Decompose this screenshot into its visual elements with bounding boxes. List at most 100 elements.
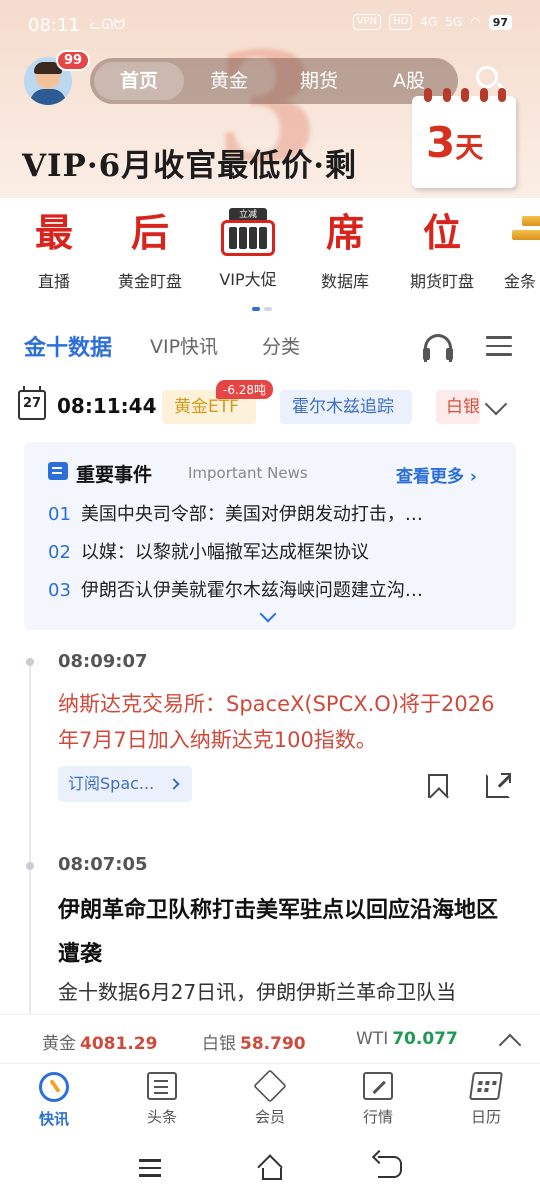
news-item-text: 美国中央司令部：美国对伊朗发动打击，… [80,504,423,525]
current-time: 08:11:44 [57,394,157,418]
header-banner[interactable]: 3 08:11 ᓚᘏᗢ VPN HD 4G 5G ◠ 97 99 首页 黄金 期… [0,0,540,198]
shortcut-glyph: 席 [325,210,364,255]
diamond-icon [253,1069,287,1103]
back-icon[interactable] [378,1156,402,1178]
ticker-name: 黄金 [42,1034,76,1054]
shortcut-row: 最 直播 后 黄金盯盘 立减 VIP大促 席 数据库 位 期货盯盘 金条 [0,206,540,296]
shortcut-label: 金条 [504,272,537,291]
system-nav-bar [0,1138,540,1199]
flash-time: 08:09:07 [58,651,148,672]
signal-5g-icon: 5G [445,15,463,29]
ticker-value: 58.790 [240,1034,306,1054]
shortcut-gold-bar[interactable]: 金条 [498,206,540,292]
gold-etf-change-badge: -6.28吨 [216,380,274,399]
cat-icon: ᓚᘏᗢ [89,17,126,33]
tab-futures[interactable]: 期货 [274,62,364,100]
ticker-name: 白银 [202,1034,236,1054]
tab-category[interactable]: 分类 [262,332,300,359]
tab-vip-flash[interactable]: VIP快讯 [150,332,218,359]
vpn-icon: VPN [352,14,382,30]
chevron-right-icon [168,778,180,790]
tab-home[interactable]: 首页 [94,62,184,100]
wifi-icon: ◠ [470,15,481,29]
search-icon-ring [476,66,498,88]
days-left-value: 3 [426,118,456,167]
ticker-wti: WTI 70.077 [356,1029,458,1049]
calendar-icon [469,1072,503,1100]
news-item[interactable]: 03 伊朗否认伊美就霍尔木兹海峡问题建立沟… [48,576,488,602]
flash-icon [39,1072,69,1102]
hd-icon: HD [389,14,413,30]
chevron-down-icon[interactable] [484,392,508,416]
headset-icon[interactable] [422,332,454,362]
important-news-title: 重要事件 [76,464,153,486]
carousel-indicator [252,307,272,311]
view-more-label: 查看更多 [396,467,464,487]
feed-tab-bar: 金十数据 VIP快讯 分类 [0,326,540,368]
headset-ear-left [423,348,430,360]
nav-label: 头条 [146,1108,177,1126]
status-time: 08:11 [28,14,80,36]
shortcut-live[interactable]: 最 直播 [14,206,94,292]
news-item[interactable]: 02 以媒：以黎就小幅撤军达成框架协议 [48,538,488,564]
shortcut-database[interactable]: 席 数据库 [305,206,385,292]
shortcut-gold-watch[interactable]: 后 黄金盯盘 [110,206,190,292]
ticker-silver: 白银 58.790 [202,1029,306,1054]
days-left-calendar: 3天 [412,88,516,188]
news-list-icon [48,462,68,480]
signal-4g-icon: 4G [420,15,438,29]
headset-ear-right [446,348,453,360]
top-tab-bar: 首页 黄金 期货 A股 [90,58,458,104]
recents-icon[interactable] [139,1159,161,1182]
nav-label: 快讯 [38,1110,69,1128]
vip-sale-box [221,220,275,256]
flash-headline[interactable]: 伊朗革命卫队称打击美军驻点以回应沿海地区遭袭 [58,888,518,976]
chevron-up-icon[interactable] [498,1033,522,1057]
nav-membership[interactable]: 会员 [230,1069,310,1127]
topic-silver[interactable]: 白银 [436,390,480,424]
nav-headlines[interactable]: 头条 [122,1072,202,1127]
subscribe-label: 订阅Spac... [68,774,155,793]
news-item-number: 01 [48,504,71,525]
flash-text[interactable]: 纳斯达克交易所：SpaceX(SPCX.O)将于2026年7月7日加入纳斯达克1… [58,686,508,758]
nav-label: 日历 [470,1108,501,1126]
ticker-gold: 黄金 4081.29 [42,1029,157,1054]
nav-flash[interactable]: 快讯 [14,1072,94,1129]
avatar-body [30,89,66,105]
shortcut-label: 黄金盯盘 [117,272,182,291]
nav-calendar[interactable]: 日历 [446,1072,526,1127]
timeline-dot [26,658,34,666]
notification-badge: 99 [56,50,91,71]
news-item-text: 以媒：以黎就小幅撤军达成框架协议 [80,542,369,563]
flash-body[interactable]: 金十数据6月27日讯，伊朗伊斯兰革命卫队当 [58,976,518,1005]
shortcut-vip-sale[interactable]: 立减 VIP大促 [208,206,288,290]
home-icon[interactable] [258,1156,282,1180]
nav-market[interactable]: 行情 [338,1072,418,1127]
topic-hormuz-tracking[interactable]: 霍尔木兹追踪 [280,390,412,424]
battery-icon: 97 [488,14,512,30]
days-left-unit: 天 [455,131,484,164]
ticker-value: 4081.29 [80,1034,158,1054]
shortcut-futures-watch[interactable]: 位 期货盯盘 [402,206,482,292]
news-item-number: 02 [48,542,71,563]
ticker-name: WTI [356,1029,389,1049]
subscribe-chip[interactable]: 订阅Spac... [58,766,192,802]
gold-bar-icon [512,214,540,254]
important-news-subtitle: Important News [188,464,308,482]
news-item[interactable]: 01 美国中央司令部：美国对伊朗发动打击，… [48,500,488,526]
share-icon[interactable] [486,773,511,798]
menu-icon[interactable] [486,336,512,356]
tab-jin10-data[interactable]: 金十数据 [24,330,112,362]
price-ticker[interactable]: 黄金 4081.29 白银 58.790 WTI 70.077 [0,1014,540,1064]
bottom-nav: 快讯 头条 会员 行情 日历 [0,1064,540,1138]
expand-chevron-icon[interactable] [259,605,277,623]
timeline-line [29,660,31,1020]
vip-sale-icon: 立减 [219,208,277,258]
calendar-icon[interactable]: 27 [18,386,46,420]
nav-label: 会员 [254,1108,285,1126]
bookmark-icon[interactable] [428,774,448,798]
timeline-dot [26,862,34,870]
shortcut-glyph: 位 [422,210,461,255]
tab-gold[interactable]: 黄金 [184,62,274,100]
view-more-link[interactable]: 查看更多 › [396,462,477,487]
